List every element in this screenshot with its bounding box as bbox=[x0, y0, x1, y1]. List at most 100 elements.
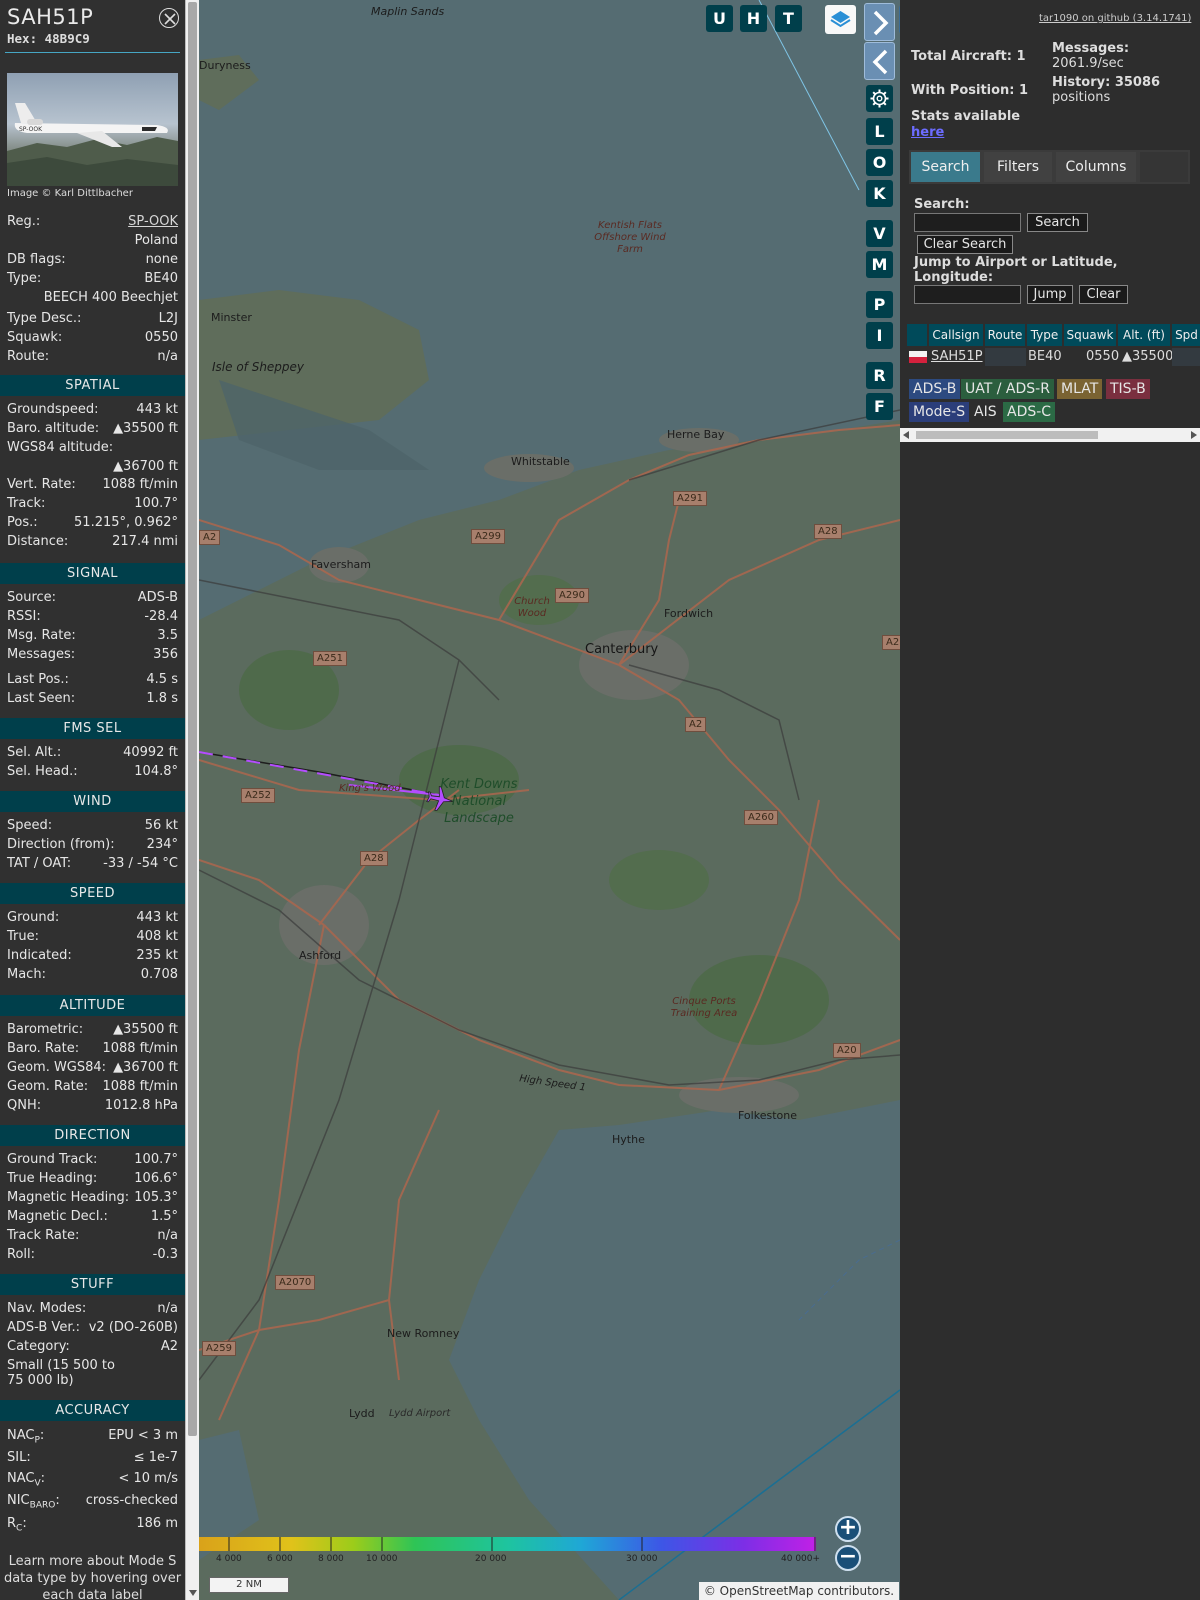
map-button-u[interactable]: U bbox=[706, 5, 733, 32]
col-flag[interactable] bbox=[907, 324, 928, 346]
info-label[interactable]: Barometric: bbox=[7, 1022, 83, 1037]
info-label[interactable]: True: bbox=[7, 929, 39, 944]
info-label[interactable]: Ground Track: bbox=[7, 1152, 97, 1167]
info-label[interactable]: Pos.: bbox=[7, 515, 38, 530]
zoom-in-button[interactable]: + bbox=[835, 1516, 861, 1542]
jump-button[interactable]: Jump bbox=[1027, 285, 1073, 304]
info-label-subscripted[interactable]: RC: bbox=[7, 1516, 27, 1534]
map-button-p[interactable]: P bbox=[866, 291, 893, 318]
search-button[interactable]: Search bbox=[1027, 213, 1088, 232]
map-button-i[interactable]: I bbox=[866, 322, 893, 349]
info-label[interactable]: Distance: bbox=[7, 534, 68, 549]
stats-here-link[interactable]: here bbox=[911, 125, 944, 140]
close-info-button[interactable] bbox=[159, 8, 179, 28]
tab-search[interactable]: Search bbox=[911, 152, 980, 182]
info-label[interactable]: Baro. altitude: bbox=[7, 421, 99, 436]
info-label[interactable]: QNH: bbox=[7, 1098, 41, 1113]
info-label[interactable]: Magnetic Decl.: bbox=[7, 1209, 108, 1224]
source-legend-chip[interactable]: ADS-B bbox=[909, 379, 961, 399]
info-label[interactable]: Roll: bbox=[7, 1247, 35, 1262]
table-horizontal-scrollbar[interactable] bbox=[900, 428, 1200, 442]
map-button-v[interactable]: V bbox=[866, 220, 893, 247]
info-label-subscripted[interactable]: NICBARO: bbox=[7, 1493, 60, 1511]
search-input[interactable] bbox=[914, 213, 1021, 232]
col-altitude[interactable]: Alt. (ft) bbox=[1118, 324, 1171, 346]
info-label[interactable]: ADS-B Ver.: bbox=[7, 1320, 80, 1335]
info-label[interactable]: Type: bbox=[7, 271, 41, 286]
info-label[interactable]: Ground: bbox=[7, 910, 59, 925]
info-label[interactable]: Squawk: bbox=[7, 330, 62, 345]
info-label[interactable]: Track: bbox=[7, 496, 45, 511]
registration-link[interactable]: SP-OOK bbox=[128, 214, 178, 229]
info-label-subscripted[interactable]: NACV: bbox=[7, 1471, 45, 1489]
col-squawk[interactable]: Squawk bbox=[1064, 324, 1117, 346]
source-legend-chip[interactable]: ADS-C bbox=[1003, 402, 1056, 422]
map-button-h[interactable]: H bbox=[740, 5, 767, 32]
aircraft-photo[interactable]: SP-OOK bbox=[7, 73, 178, 186]
info-label[interactable]: RSSI: bbox=[7, 609, 41, 624]
row-callsign[interactable]: SAH51P bbox=[931, 348, 983, 366]
info-label[interactable]: Baro. Rate: bbox=[7, 1041, 79, 1056]
source-legend-chip[interactable]: TIS-B bbox=[1106, 379, 1150, 399]
tab-columns[interactable]: Columns bbox=[1056, 152, 1136, 182]
info-label[interactable]: Route: bbox=[7, 349, 49, 364]
source-legend-chip[interactable]: MLAT bbox=[1057, 379, 1103, 399]
clear-button[interactable]: Clear bbox=[1079, 285, 1128, 304]
source-legend-chip[interactable]: UAT / ADS-R bbox=[961, 379, 1054, 399]
info-label[interactable]: Category: bbox=[7, 1339, 70, 1354]
info-label[interactable]: SIL: bbox=[7, 1450, 31, 1465]
info-label[interactable]: Groundspeed: bbox=[7, 402, 98, 417]
col-route[interactable]: Route bbox=[985, 324, 1026, 346]
scrollbar-thumb[interactable] bbox=[188, 2, 197, 1436]
settings-button[interactable] bbox=[866, 85, 893, 112]
info-label[interactable]: Speed: bbox=[7, 818, 52, 833]
info-label[interactable]: Track Rate: bbox=[7, 1228, 79, 1243]
next-aircraft-button[interactable] bbox=[864, 3, 895, 41]
info-label[interactable]: Reg.: bbox=[7, 214, 40, 229]
info-label[interactable]: Direction (from): bbox=[7, 837, 115, 852]
scroll-down-arrow[interactable] bbox=[189, 1590, 197, 1596]
map-button-r[interactable]: R bbox=[866, 362, 893, 389]
col-callsign[interactable]: Callsign bbox=[929, 324, 984, 346]
scroll-left-arrow[interactable] bbox=[903, 431, 909, 439]
info-label[interactable]: Type Desc.: bbox=[7, 311, 81, 326]
source-legend-chip[interactable]: AIS bbox=[970, 402, 1001, 422]
map-button-f[interactable]: F bbox=[866, 393, 893, 420]
layers-button[interactable] bbox=[825, 5, 856, 34]
info-label[interactable]: Indicated: bbox=[7, 948, 72, 963]
info-label[interactable]: Last Pos.: bbox=[7, 672, 69, 687]
info-label[interactable]: True Heading: bbox=[7, 1171, 97, 1186]
info-label[interactable]: Vert. Rate: bbox=[7, 477, 76, 492]
github-link[interactable]: tar1090 on github (3.14.1741) bbox=[1039, 13, 1191, 24]
info-label[interactable]: WGS84 altitude: bbox=[7, 440, 113, 455]
col-speed[interactable]: Spd bbox=[1172, 324, 1200, 346]
map-button-k[interactable]: K bbox=[866, 180, 893, 207]
zoom-out-button[interactable]: − bbox=[835, 1545, 861, 1571]
info-label[interactable]: Sel. Head.: bbox=[7, 764, 78, 779]
scrollbar-thumb[interactable] bbox=[916, 431, 1098, 439]
info-label-subscripted[interactable]: NACP: bbox=[7, 1428, 44, 1446]
tab-filters[interactable]: Filters bbox=[984, 152, 1052, 182]
info-label[interactable]: Source: bbox=[7, 590, 56, 605]
clear-search-button[interactable]: Clear Search bbox=[917, 235, 1013, 254]
map-button-l[interactable]: L bbox=[866, 118, 893, 145]
info-label[interactable]: DB flags: bbox=[7, 252, 66, 267]
previous-aircraft-button[interactable] bbox=[864, 42, 895, 80]
info-panel-scrollbar[interactable] bbox=[185, 0, 199, 1600]
jump-input[interactable] bbox=[914, 285, 1021, 304]
scroll-right-arrow[interactable] bbox=[1191, 431, 1197, 439]
info-label[interactable]: Msg. Rate: bbox=[7, 628, 76, 643]
map-attribution[interactable]: © OpenStreetMap contributors. bbox=[699, 1582, 899, 1600]
info-label[interactable]: Geom. Rate: bbox=[7, 1079, 88, 1094]
table-row[interactable]: SAH51P BE40 0550 ▲35500 bbox=[907, 348, 1200, 366]
info-label[interactable]: Last Seen: bbox=[7, 691, 75, 706]
info-label[interactable]: Mach: bbox=[7, 967, 46, 982]
col-type[interactable]: Type bbox=[1027, 324, 1063, 346]
map-button-t[interactable]: T bbox=[775, 5, 802, 32]
map-button-m[interactable]: M bbox=[866, 251, 893, 278]
source-legend-chip[interactable]: Mode-S bbox=[909, 402, 970, 422]
info-label[interactable]: Geom. WGS84: bbox=[7, 1060, 106, 1075]
map-view[interactable]: Maplin Sands Duryness Kentish Flats Offs… bbox=[199, 0, 900, 1600]
info-label[interactable]: Nav. Modes: bbox=[7, 1301, 86, 1316]
info-label[interactable]: Sel. Alt.: bbox=[7, 745, 61, 760]
